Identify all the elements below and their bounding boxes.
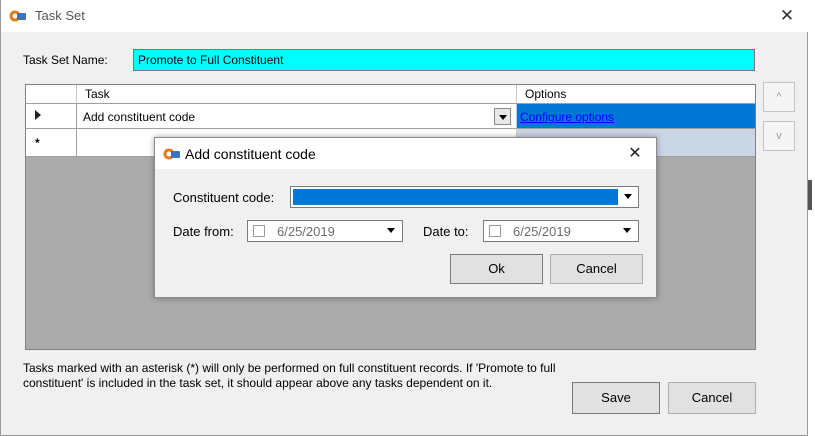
constituent-code-dropdown[interactable] xyxy=(290,186,639,208)
new-row-asterisk: * xyxy=(35,136,40,150)
date-to-label: Date to: xyxy=(423,224,469,239)
date-from-label: Date from: xyxy=(173,224,234,239)
app-icon xyxy=(9,9,27,23)
close-icon[interactable]: ✕ xyxy=(767,0,807,32)
dialog-titlebar: Add constituent code ✕ xyxy=(155,138,656,169)
date-to-dropdown-arrow[interactable] xyxy=(619,223,635,239)
chevron-down-icon xyxy=(387,228,395,233)
save-button[interactable]: Save xyxy=(572,382,660,414)
chevron-down-icon xyxy=(624,194,632,199)
grid-corner-header xyxy=(26,85,77,104)
date-to-picker[interactable]: 6/25/2019 xyxy=(483,220,639,242)
options-cell[interactable]: Configure options xyxy=(517,104,755,129)
dialog-app-icon xyxy=(163,147,181,161)
ok-button[interactable]: Ok xyxy=(450,254,543,284)
window-title: Task Set xyxy=(35,8,85,23)
background-scrollbar-fragment xyxy=(808,180,812,210)
task-set-name-input[interactable]: Promote to Full Constituent xyxy=(133,49,755,71)
constituent-code-selection xyxy=(293,189,618,205)
asterisk-note: Tasks marked with an asterisk (*) will o… xyxy=(23,361,556,390)
date-from-checkbox[interactable] xyxy=(253,225,265,237)
date-from-picker[interactable]: 6/25/2019 xyxy=(247,220,403,242)
background-window-edge xyxy=(808,0,815,436)
cancel-button[interactable]: Cancel xyxy=(668,382,756,414)
task-set-name-label: Task Set Name: xyxy=(23,53,108,67)
chevron-down-icon xyxy=(623,228,631,233)
dialog-close-icon[interactable]: ✕ xyxy=(617,138,653,169)
date-to-value: 6/25/2019 xyxy=(513,224,571,239)
window-titlebar: Task Set ✕ xyxy=(1,0,809,32)
constituent-code-dropdown-arrow[interactable] xyxy=(620,189,636,205)
date-to-checkbox[interactable] xyxy=(489,225,501,237)
new-row-indicator[interactable]: * xyxy=(26,129,77,157)
move-up-button[interactable]: ^ xyxy=(763,82,795,112)
date-from-value: 6/25/2019 xyxy=(277,224,335,239)
add-constituent-code-dialog: Add constituent code ✕ Constituent code:… xyxy=(154,137,657,298)
column-header-task[interactable]: Task xyxy=(77,85,517,104)
task-cell[interactable]: Add constituent code xyxy=(77,104,517,129)
row-indicator[interactable] xyxy=(26,104,77,129)
dialog-title: Add constituent code xyxy=(185,146,316,162)
row-pointer-icon xyxy=(35,110,41,120)
task-cell-text: Add constituent code xyxy=(83,110,196,124)
constituent-code-label: Constituent code: xyxy=(173,190,275,205)
configure-options-link[interactable]: Configure options xyxy=(520,110,614,124)
column-header-options[interactable]: Options xyxy=(517,85,755,104)
chevron-down-icon xyxy=(499,115,507,120)
date-from-dropdown-arrow[interactable] xyxy=(383,223,399,239)
move-down-button[interactable]: v xyxy=(763,121,795,151)
task-dropdown-button[interactable] xyxy=(494,108,511,125)
dialog-cancel-button[interactable]: Cancel xyxy=(550,254,643,284)
